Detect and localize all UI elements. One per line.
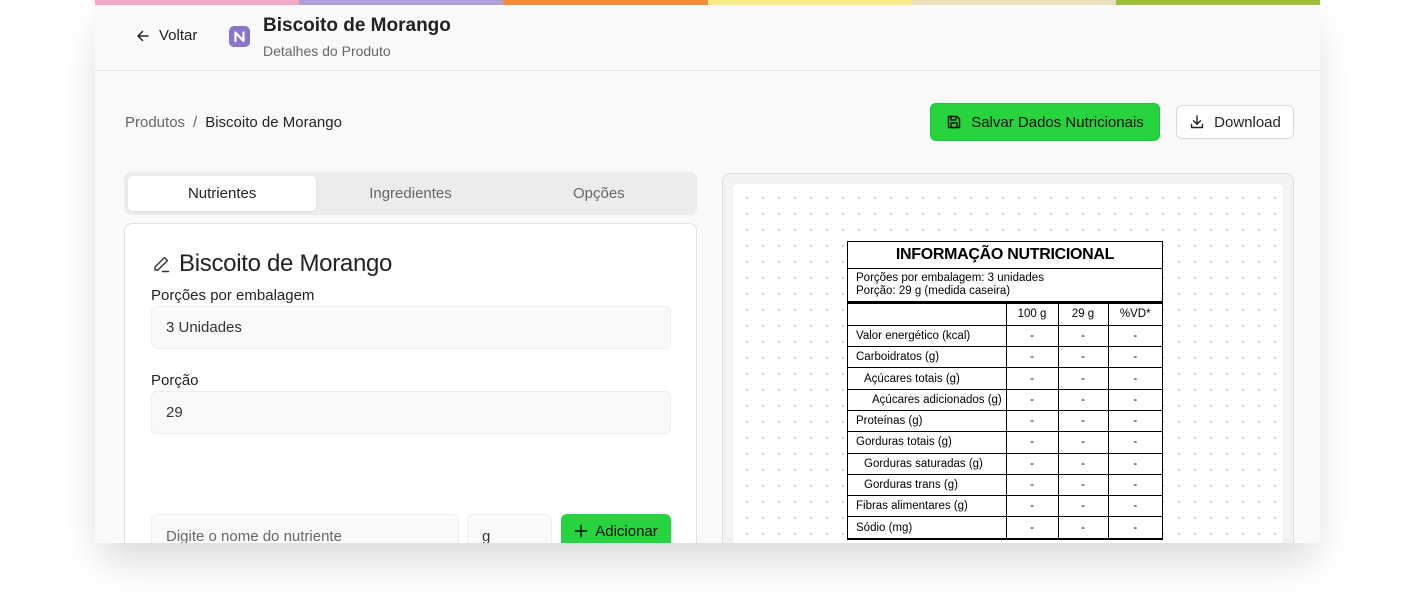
arrow-left-icon: [137, 30, 149, 41]
nutrient-value-cell: -: [1057, 474, 1108, 497]
portion-label: Porção: [151, 372, 199, 389]
save-icon: [948, 115, 961, 129]
portion-line: Porção: 29 g (medida caseira): [856, 285, 1011, 297]
nutrient-value-cell: -: [1107, 453, 1162, 475]
app-window: Voltar Biscoito de Morango Detalhes do P…: [95, 0, 1320, 543]
plus-icon: [574, 524, 588, 538]
pencil-icon[interactable]: [151, 254, 171, 274]
download-button-label: Download: [1214, 113, 1281, 131]
nutrient-name-cell: Gorduras trans (g): [848, 474, 1006, 497]
table-row: Proteínas (g) - - -: [848, 410, 1162, 433]
nutrient-name-cell: Carboidratos (g): [848, 346, 1006, 369]
nutrient-value-cell: -: [1057, 495, 1108, 518]
column-header: 29 g: [1057, 304, 1108, 326]
nutrient-value-cell: -: [1005, 516, 1058, 539]
nutrient-value-cell: -: [1057, 367, 1108, 390]
nutrient-value-cell: -: [1005, 410, 1058, 433]
portions-line: Porções por embalagem: 3 unidades: [856, 272, 1044, 284]
nutrients-form-card: Biscoito de Morango Porções por embalage…: [124, 223, 697, 543]
nutrient-value-cell: -: [1057, 431, 1108, 454]
nutrient-value-cell: -: [1005, 453, 1058, 475]
nutrient-name-cell: Valor energético (kcal): [848, 325, 1006, 348]
logo-n-icon: [234, 31, 245, 43]
tab-opcoes[interactable]: Opções: [505, 176, 693, 211]
unit-input[interactable]: [467, 514, 552, 543]
nutrient-value-cell: -: [1057, 346, 1108, 369]
nutrient-value-cell: -: [1107, 346, 1162, 369]
column-header: 100 g: [1005, 304, 1058, 326]
back-label: Voltar: [159, 27, 198, 44]
table-row: Sódio (mg) - - -: [848, 516, 1162, 539]
nutrient-value-cell: -: [1057, 453, 1108, 475]
breadcrumb: Produtos / Biscoito de Morango: [125, 114, 342, 131]
nutrient-value-cell: -: [1107, 367, 1162, 390]
nutrition-label: INFORMAÇÃO NUTRICIONAL Porções por embal…: [847, 241, 1163, 540]
nutrient-value-cell: -: [1005, 325, 1058, 348]
portions-input[interactable]: [151, 306, 671, 349]
page-subtitle: Detalhes do Produto: [263, 43, 391, 59]
breadcrumb-current: Biscoito de Morango: [205, 114, 342, 131]
page-header: Voltar Biscoito de Morango Detalhes do P…: [95, 5, 1320, 71]
nutrition-header-row: 100 g 29 g %VD*: [848, 304, 1162, 326]
table-row: Açúcares totais (g) - - -: [848, 367, 1162, 390]
table-row: Fibras alimentares (g) - - -: [848, 495, 1162, 518]
tab-bar: Nutrientes Ingredientes Opções: [124, 172, 697, 215]
table-row: Gorduras trans (g) - - -: [848, 474, 1162, 497]
breadcrumb-separator: /: [193, 114, 198, 131]
nutrient-name-cell: Sódio (mg): [848, 516, 1006, 539]
nutrient-name-cell: Gorduras saturadas (g): [848, 453, 1006, 475]
download-button[interactable]: Download: [1176, 105, 1294, 139]
nutrient-value-cell: -: [1107, 474, 1162, 497]
table-row: Valor energético (kcal) - - -: [848, 325, 1162, 348]
nutrient-name-cell: Açúcares totais (g): [848, 367, 1006, 390]
nutrient-value-cell: -: [1005, 495, 1058, 518]
nutrient-value-cell: -: [1005, 346, 1058, 369]
nutrient-name-cell: Gorduras totais (g): [848, 431, 1006, 454]
nutrient-value-cell: -: [1057, 516, 1108, 539]
nutrition-label-title: INFORMAÇÃO NUTRICIONAL: [848, 242, 1162, 269]
tab-nutrientes[interactable]: Nutrientes: [128, 176, 317, 211]
nutrient-value-cell: -: [1107, 389, 1162, 411]
app-logo: [229, 26, 250, 47]
header-empty-cell: [848, 304, 1006, 326]
page-title: Biscoito de Morango: [263, 15, 451, 36]
add-button-label: Adicionar: [595, 522, 658, 540]
nutrient-value-cell: -: [1057, 389, 1108, 411]
nutrient-value-cell: -: [1107, 516, 1162, 539]
portions-label: Porções por embalagem: [151, 287, 315, 304]
nutrition-table: 100 g 29 g %VD* Valor energético (kcal) -…: [848, 304, 1162, 539]
nutrient-value-cell: -: [1057, 325, 1108, 348]
back-button[interactable]: Voltar: [135, 27, 197, 44]
download-icon: [1190, 115, 1204, 129]
nutrient-name-cell: Proteínas (g): [848, 410, 1006, 433]
save-nutrition-button[interactable]: Salvar Dados Nutricionais: [930, 103, 1160, 141]
nutrient-value-cell: -: [1057, 410, 1108, 433]
form-title: Biscoito de Morango: [151, 250, 392, 278]
save-button-label: Salvar Dados Nutricionais: [971, 113, 1144, 131]
tab-ingredientes[interactable]: Ingredientes: [316, 176, 504, 211]
nutrient-value-cell: -: [1107, 325, 1162, 348]
nutrient-value-cell: -: [1005, 431, 1058, 454]
table-row: Gorduras totais (g) - - -: [848, 431, 1162, 454]
nutrient-value-cell: -: [1107, 410, 1162, 433]
portion-input[interactable]: [151, 391, 671, 434]
preview-canvas: INFORMAÇÃO NUTRICIONAL Porções por embal…: [733, 184, 1283, 543]
column-header: %VD*: [1107, 304, 1162, 326]
nutrient-value-cell: -: [1005, 474, 1058, 497]
table-row: Açúcares adicionados (g) - - -: [848, 389, 1162, 411]
nutrient-name-input[interactable]: [151, 514, 459, 543]
nutrient-value-cell: -: [1005, 389, 1058, 411]
nutrient-name-cell: Açúcares adicionados (g): [848, 389, 1006, 411]
breadcrumb-root[interactable]: Produtos: [125, 114, 185, 131]
table-row: Gorduras saturadas (g) - - -: [848, 453, 1162, 475]
nutrient-value-cell: -: [1005, 367, 1058, 390]
label-preview-panel: INFORMAÇÃO NUTRICIONAL Porções por embal…: [722, 173, 1294, 543]
form-title-text: Biscoito de Morango: [179, 250, 393, 277]
add-nutrient-button[interactable]: Adicionar: [561, 514, 671, 543]
nutrient-value-cell: -: [1107, 431, 1162, 454]
nutrient-name-cell: Fibras alimentares (g): [848, 495, 1006, 518]
nutrient-value-cell: -: [1107, 495, 1162, 518]
table-row: Carboidratos (g) - - -: [848, 346, 1162, 369]
nutrition-label-portions: Porções por embalagem: 3 unidades Porção…: [848, 269, 1162, 304]
